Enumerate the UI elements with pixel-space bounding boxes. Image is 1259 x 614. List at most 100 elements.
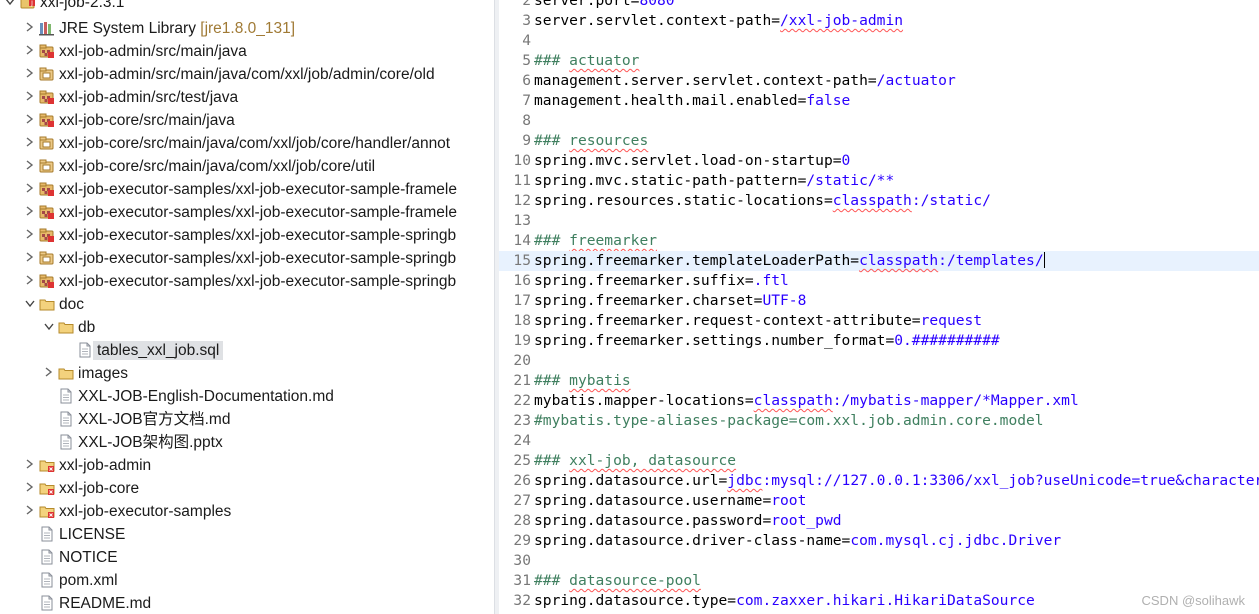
tree-item[interactable]: xxl-job-core/src/main/java bbox=[0, 109, 494, 132]
tree-item[interactable]: xxl-job-admin bbox=[0, 454, 494, 477]
pkg-icon bbox=[39, 66, 55, 82]
chevron-right-icon[interactable] bbox=[24, 250, 36, 264]
tree-item-text: xxl-job-executor-samples/xxl-job-executo… bbox=[59, 250, 457, 267]
tree-item[interactable]: doc bbox=[0, 293, 494, 316]
src-icon bbox=[39, 112, 55, 128]
chevron-right-icon[interactable] bbox=[43, 365, 55, 379]
code-line[interactable]: 24 bbox=[499, 431, 1259, 451]
chevron-down-icon[interactable] bbox=[4, 0, 16, 8]
code-line[interactable]: 18 spring.freemarker.request-context-attr… bbox=[499, 311, 1259, 331]
line-number: 6 bbox=[522, 72, 531, 89]
tree-item[interactable]: xxl-job-admin/src/test/java bbox=[0, 86, 494, 109]
code-line[interactable]: 26 spring.datasource.url=jdbc:mysql://127… bbox=[499, 471, 1259, 491]
code-line[interactable]: 27 spring.datasource.username=root bbox=[499, 491, 1259, 511]
code-line[interactable]: 2 server.port=8080 bbox=[499, 0, 1259, 11]
tree-item[interactable]: xxl-job-core bbox=[0, 477, 494, 500]
code-line[interactable]: 17 spring.freemarker.charset=UTF-8 bbox=[499, 291, 1259, 311]
tree-item[interactable]: xxl-job-core/src/main/java/com/xxl/job/c… bbox=[0, 155, 494, 178]
chevron-right-icon[interactable] bbox=[24, 20, 36, 34]
code-line[interactable]: 31 ### datasource-pool bbox=[499, 571, 1259, 591]
chevron-right-icon[interactable] bbox=[24, 158, 36, 172]
folder-err-icon bbox=[39, 480, 55, 496]
code-line[interactable]: 13 bbox=[499, 211, 1259, 231]
code-line[interactable]: 16 spring.freemarker.suffix=.ftl bbox=[499, 271, 1259, 291]
code-line[interactable]: 25 ### xxl-job, datasource bbox=[499, 451, 1259, 471]
tree-item-text: doc bbox=[59, 296, 84, 313]
chevron-right-icon[interactable] bbox=[24, 457, 36, 471]
tree-item[interactable]: tables_xxl_job.sql bbox=[0, 339, 494, 362]
tree-item[interactable]: LICENSE bbox=[0, 523, 494, 546]
tree-item-label: README.md bbox=[59, 594, 151, 613]
tree-item[interactable]: xxl-job-admin/src/main/java/com/xxl/job/… bbox=[0, 63, 494, 86]
tree-item[interactable]: xxl-job-executor-samples/xxl-job-executo… bbox=[0, 270, 494, 293]
tree-item[interactable]: xxl-job-executor-samples/xxl-job-executo… bbox=[0, 224, 494, 247]
code-line[interactable]: 28 spring.datasource.password=root_pwd bbox=[499, 511, 1259, 531]
property-key: spring.freemarker.charset= bbox=[534, 292, 763, 309]
tree-item[interactable]: XXL-JOB架构图.pptx bbox=[0, 431, 494, 454]
tree-item[interactable]: db bbox=[0, 316, 494, 339]
tree-item[interactable]: xxl-job-admin/src/main/java bbox=[0, 40, 494, 63]
chevron-right-icon[interactable] bbox=[24, 135, 36, 149]
code-line[interactable]: 4 bbox=[499, 31, 1259, 51]
tree-item-label: xxl-job-executor-samples bbox=[59, 502, 231, 521]
chevron-right-icon[interactable] bbox=[24, 181, 36, 195]
code-line[interactable]: 21 ### mybatis bbox=[499, 371, 1259, 391]
tree-item[interactable]: xxl-job-executor-samples/xxl-job-executo… bbox=[0, 247, 494, 270]
code-text: spring.freemarker.charset=UTF-8 bbox=[534, 291, 806, 311]
file-icon bbox=[58, 411, 74, 427]
code-line[interactable]: 23 #mybatis.type-aliases-package=com.xxl.… bbox=[499, 411, 1259, 431]
tree-item[interactable]: pom.xml bbox=[0, 569, 494, 592]
chevron-down-icon[interactable] bbox=[43, 319, 55, 333]
code-line[interactable]: 19 spring.freemarker.settings.number_form… bbox=[499, 331, 1259, 351]
tree-item[interactable]: XXL-JOB-English-Documentation.md bbox=[0, 385, 494, 408]
chevron-right-icon[interactable] bbox=[24, 43, 36, 57]
code-line[interactable]: 5 ### actuator bbox=[499, 51, 1259, 71]
property-key: spring.datasource.username= bbox=[534, 492, 772, 509]
code-line[interactable]: 29 spring.datasource.driver-class-name=co… bbox=[499, 531, 1259, 551]
code-line[interactable]: 7 management.health.mail.enabled=false bbox=[499, 91, 1259, 111]
chevron-right-icon[interactable] bbox=[24, 204, 36, 218]
code-text: spring.freemarker.request-context-attrib… bbox=[534, 311, 982, 331]
line-number: 24 bbox=[513, 432, 531, 449]
property-value: classpath bbox=[832, 192, 912, 209]
code-line[interactable]: 11 spring.mvc.static-path-pattern=/static… bbox=[499, 171, 1259, 191]
code-line[interactable]: 22 mybatis.mapper-locations=classpath:/my… bbox=[499, 391, 1259, 411]
chevron-right-icon[interactable] bbox=[24, 227, 36, 241]
code-line[interactable]: 6 management.server.servlet.context-path=… bbox=[499, 71, 1259, 91]
code-line[interactable]: 10 spring.mvc.servlet.load-on-startup=0 bbox=[499, 151, 1259, 171]
code-line[interactable]: 12 spring.resources.static-locations=clas… bbox=[499, 191, 1259, 211]
chevron-right-icon[interactable] bbox=[24, 503, 36, 517]
tree-item[interactable]: xxl-job-executor-samples/xxl-job-executo… bbox=[0, 178, 494, 201]
tree-item[interactable]: xxl-job-executor-samples/xxl-job-executo… bbox=[0, 201, 494, 224]
line-number: 18 bbox=[513, 312, 531, 329]
code-line[interactable]: 30 bbox=[499, 551, 1259, 571]
chevron-down-icon[interactable] bbox=[24, 296, 36, 310]
tree-item[interactable]: Jxxl-job-2.3.1 bbox=[0, 0, 494, 14]
code-line[interactable]: 20 bbox=[499, 351, 1259, 371]
tree-item-label: xxl-job-core/src/main/java bbox=[59, 111, 235, 130]
code-line[interactable]: 9 ### resources bbox=[499, 131, 1259, 151]
spelling-squiggle: datasource-pool bbox=[569, 572, 701, 589]
tree-item[interactable]: xxl-job-executor-samples bbox=[0, 500, 494, 523]
code-line[interactable]: 14 ### freemarker bbox=[499, 231, 1259, 251]
tree-item[interactable]: JRE System Library [jre1.8.0_131] bbox=[0, 17, 494, 40]
tree-item[interactable]: README.md bbox=[0, 592, 494, 614]
tree-item[interactable]: NOTICE bbox=[0, 546, 494, 569]
comment-text: ### xxl-job, datasource bbox=[534, 452, 737, 469]
tree-item[interactable]: xxl-job-core/src/main/java/com/xxl/job/c… bbox=[0, 132, 494, 155]
current-code-line[interactable]: 15 spring.freemarker.templateLoaderPath=c… bbox=[499, 251, 1259, 271]
code-text: spring.datasource.url=jdbc:mysql://127.0… bbox=[534, 471, 1259, 491]
tree-item-label: xxl-job-executor-samples/xxl-job-executo… bbox=[59, 226, 456, 245]
chevron-right-icon[interactable] bbox=[24, 480, 36, 494]
chevron-right-icon[interactable] bbox=[24, 112, 36, 126]
tree-item[interactable]: images bbox=[0, 362, 494, 385]
properties-editor[interactable]: 2 server.port=8080 3 server.servlet.context… bbox=[499, 0, 1259, 614]
code-line[interactable]: 3 server.servlet.context-path=/xxl-job-ad… bbox=[499, 11, 1259, 31]
tree-item-label: xxl-job-executor-samples/xxl-job-executo… bbox=[59, 180, 457, 199]
code-line[interactable]: 8 bbox=[499, 111, 1259, 131]
code-text: ### actuator bbox=[534, 51, 639, 71]
chevron-right-icon[interactable] bbox=[24, 89, 36, 103]
chevron-right-icon[interactable] bbox=[24, 66, 36, 80]
chevron-right-icon[interactable] bbox=[24, 273, 36, 287]
tree-item[interactable]: XXL-JOB官方文档.md bbox=[0, 408, 494, 431]
